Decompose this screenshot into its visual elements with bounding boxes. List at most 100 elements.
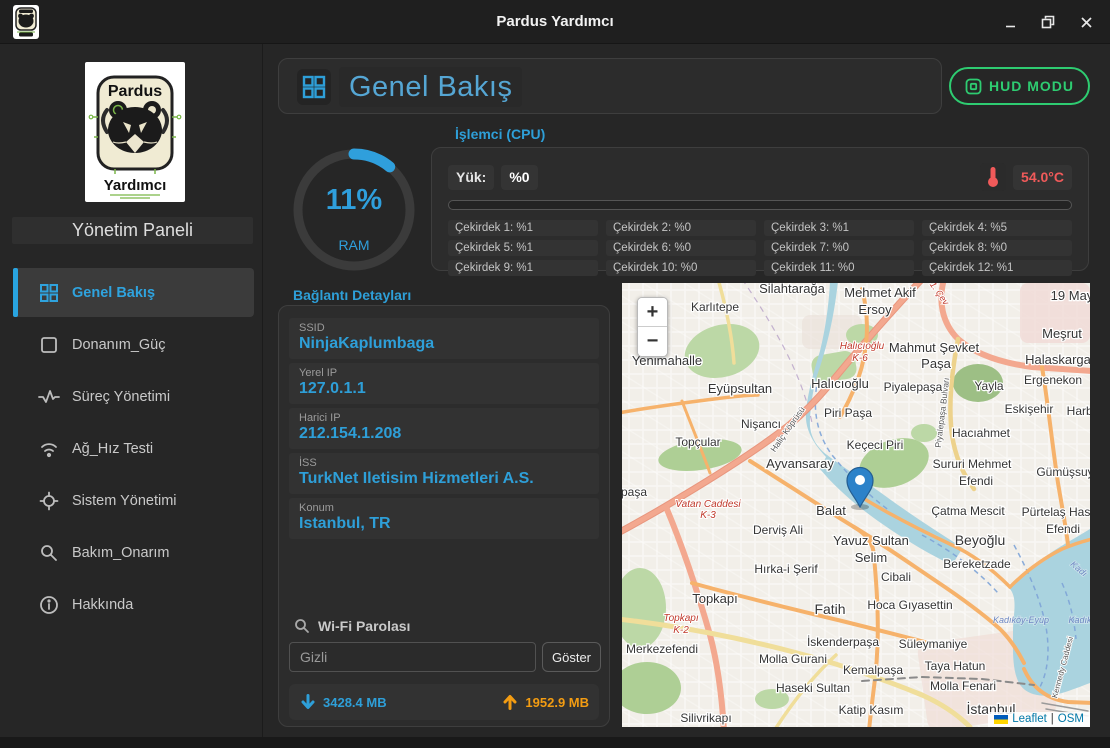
map-label: Hoca Gıyasettin xyxy=(867,598,952,612)
map-label: Nişancı xyxy=(741,417,781,431)
grid-icon xyxy=(297,69,331,105)
connection-field: SSID NinjaKaplumbaga xyxy=(289,318,599,359)
location-map[interactable]: Silahtarağa Karlıtepe Mehmet Akif Ersoy 19 M… xyxy=(622,283,1090,727)
map-label: Süleymaniye xyxy=(899,637,968,651)
connection-panel: SSID NinjaKaplumbaga Yerel IP 127.0.1.1 … xyxy=(278,305,610,727)
upload-arrow-icon xyxy=(501,693,519,711)
connection-fields: SSID NinjaKaplumbaga Yerel IP 127.0.1.1 … xyxy=(289,318,599,539)
main-content: Genel Bakış HUD MODU İşlemci (CPU) 11% R… xyxy=(264,44,1110,737)
map-label: Selim xyxy=(855,550,888,565)
maximize-button[interactable] xyxy=(1034,8,1062,36)
sidebar-item-surec-yonetimi[interactable]: Süreç Yönetimi xyxy=(13,372,254,421)
wifi-password-label: Wi-Fi Parolası xyxy=(318,618,410,634)
ukraine-flag-icon xyxy=(994,715,1008,724)
connection-field: İSS TurkNet Iletisim Hizmetleri A.S. xyxy=(289,453,599,494)
cpu-core-chip: Çekirdek 7: %0 xyxy=(764,240,914,256)
map-label: Keçeci Piri xyxy=(847,438,904,452)
map-label: Cibali xyxy=(881,570,911,584)
sidebar-item-bakim-onarim[interactable]: Bakım_Onarım xyxy=(13,528,254,577)
map-label: Hırka-i Şerif xyxy=(754,562,818,576)
window-bottom-edge xyxy=(0,737,1110,748)
cpu-cores-grid: Çekirdek 1: %1 Çekirdek 2: %0 Çekirdek 3… xyxy=(448,212,1072,276)
search-icon xyxy=(294,618,310,634)
map-label: Gümüşsuy xyxy=(1036,465,1090,479)
map-label: Silivrikapı xyxy=(680,711,731,725)
cpu-temperature: 54.0°C xyxy=(1013,165,1072,190)
map-label: Mehmet Akif xyxy=(844,285,916,300)
sidebar-item-label: Süreç Yönetimi xyxy=(72,389,170,405)
map-label: 19 May xyxy=(1051,288,1090,303)
connection-field: Konum Istanbul, TR xyxy=(289,498,599,539)
map-label: Ersoy xyxy=(858,302,892,317)
map-label: Topkapı xyxy=(663,613,698,624)
wifi-password-input[interactable] xyxy=(289,642,536,672)
app-window: Pardus Yardımcı Pardus xyxy=(0,0,1110,748)
map-label: Vatan Caddesi xyxy=(675,499,741,510)
osm-link[interactable]: OSM xyxy=(1058,713,1084,725)
map-label: Kadıköy-Eyüp xyxy=(993,615,1049,625)
grid-icon xyxy=(38,282,60,304)
sidebar-item-label: Bakım_Onarım xyxy=(72,545,170,561)
sidebar-item-ag-hiz-testi[interactable]: Ağ_Hız Testi xyxy=(13,424,254,473)
show-password-button[interactable]: Göster xyxy=(542,642,601,672)
connection-field: Harici IP 212.154.1.208 xyxy=(289,408,599,449)
map-label: Kemalpaşa xyxy=(843,663,903,677)
sidebar-item-label: Hakkında xyxy=(72,597,133,613)
page-header-panel: Genel Bakış xyxy=(278,58,942,114)
map-label: Sururi Mehmet xyxy=(933,457,1012,471)
sidebar-item-donanim-guc[interactable]: Donanım_Güç xyxy=(13,320,254,369)
hud-icon xyxy=(965,78,982,95)
map-label: Efendi xyxy=(1046,522,1080,536)
sidebar-item-label: Donanım_Güç xyxy=(72,337,166,353)
cpu-load-label: Yük: xyxy=(448,165,494,190)
map-label: Eyüpsultan xyxy=(708,381,772,396)
map-label: Meşrut xyxy=(1042,326,1082,341)
ram-percent-value: 11% xyxy=(288,184,420,217)
map-label: Fatih xyxy=(814,601,845,617)
map-label: Yayla xyxy=(974,379,1003,393)
wifi-password-row: Wi-Fi Parolası xyxy=(294,618,410,634)
map-label: Paşa xyxy=(921,356,951,371)
titlebar: Pardus Yardımcı xyxy=(0,0,1110,44)
map-label: K-6 xyxy=(852,353,868,364)
map-attribution: Leaflet | OSM xyxy=(988,712,1090,727)
leaflet-link[interactable]: Leaflet xyxy=(1012,713,1047,725)
cpu-load-bar xyxy=(448,200,1072,210)
window-title: Pardus Yardımcı xyxy=(0,0,1110,44)
zoom-out-button[interactable]: − xyxy=(638,327,667,356)
map-label: Silahtarağa xyxy=(759,283,826,296)
map-label: Karlıtepe xyxy=(691,300,739,314)
zoom-in-button[interactable]: + xyxy=(638,298,667,327)
upload-total: 1952.9 MB xyxy=(525,695,589,710)
cpu-core-chip: Çekirdek 11: %0 xyxy=(764,260,914,276)
map-label: Balat xyxy=(816,503,846,518)
map-label: paşa xyxy=(622,485,647,499)
sidebar-item-genel-bakis[interactable]: Genel Bakış xyxy=(13,268,254,317)
map-label: Halıcıoğlu xyxy=(811,376,869,391)
map-label: Molla Fenari xyxy=(930,679,996,693)
map-label: Molla Gurani xyxy=(759,652,827,666)
svg-text:Yardımcı: Yardımcı xyxy=(104,177,167,194)
cpu-core-chip: Çekirdek 6: %0 xyxy=(606,240,756,256)
transfer-stats: 3428.4 MB 1952.9 MB xyxy=(289,684,599,720)
cpu-core-chip: Çekirdek 8: %0 xyxy=(922,240,1072,256)
sidebar-item-hakkinda[interactable]: Hakkında xyxy=(13,580,254,629)
ram-gauge: 11% RAM xyxy=(288,144,420,276)
sidebar-item-label: Genel Bakış xyxy=(72,285,155,301)
hud-mode-button[interactable]: HUD MODU xyxy=(949,67,1090,105)
info-icon xyxy=(38,594,60,616)
map-label: Haseki Sultan xyxy=(776,681,850,695)
map-label: Topçular xyxy=(675,435,720,449)
close-button[interactable] xyxy=(1072,8,1100,36)
map-label: Derviş Ali xyxy=(753,523,803,537)
sidebar-panel-title: Yönetim Paneli xyxy=(12,217,253,244)
map-label: Piri Paşa xyxy=(824,406,872,420)
minimize-button[interactable] xyxy=(996,8,1024,36)
activity-icon xyxy=(38,386,60,408)
map-label: Çatma Mescit xyxy=(931,504,1005,518)
sidebar-item-sistem-yonetimi[interactable]: Sistem Yönetimi xyxy=(13,476,254,525)
map-label: Harbi xyxy=(1067,404,1090,418)
pardus-yardimci-logo: Pardus Yardımcı xyxy=(85,62,185,202)
map-label: Eskişehir xyxy=(1005,402,1054,416)
map-label: Bereketzade xyxy=(943,557,1011,571)
